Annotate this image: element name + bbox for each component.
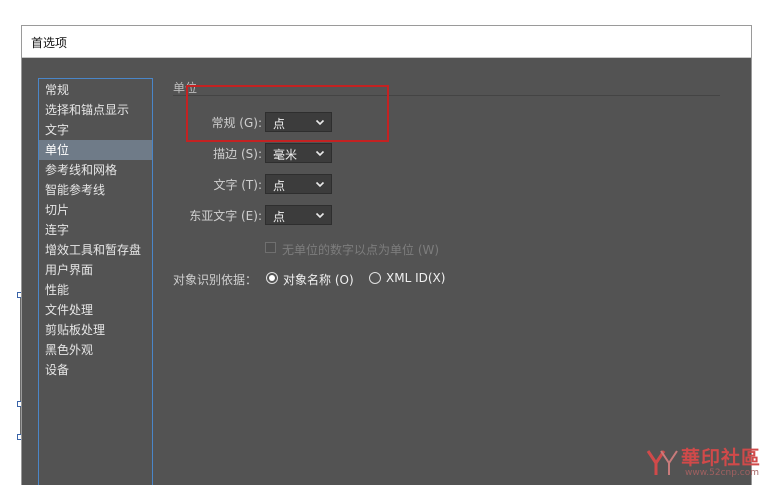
type-unit-select[interactable]: 点	[265, 174, 332, 194]
preferences-nav: 常规 选择和锚点显示 文字 单位 参考线和网格 智能参考线 切片 连字 增效工具…	[38, 78, 153, 485]
nav-item-units[interactable]: 单位	[39, 140, 152, 160]
stroke-unit-value: 毫米	[273, 148, 298, 162]
asian-type-unit-label: 东亚文字 (E):	[189, 209, 262, 223]
nav-item-clipboard-handling[interactable]: 剪贴板处理	[39, 320, 152, 340]
object-name-radio-label[interactable]: 对象名称 (O)	[283, 271, 354, 288]
stroke-unit-label: 描边 (S):	[213, 147, 262, 161]
nav-item-type[interactable]: 文字	[39, 120, 152, 140]
nav-item-plugins-scratch-disks[interactable]: 增效工具和暂存盘	[39, 240, 152, 260]
object-name-radio[interactable]	[266, 272, 278, 284]
watermark-title: 華印社區	[681, 447, 762, 469]
nav-item-devices[interactable]: 设备	[39, 360, 152, 380]
watermark-url: www.52cnp.com	[685, 468, 760, 478]
titlebar: 首选项	[22, 26, 751, 58]
stroke-unit-row: 描边 (S):	[162, 143, 262, 163]
window-title: 首选项	[31, 36, 68, 50]
nav-item-hyphenation[interactable]: 连字	[39, 220, 152, 240]
annotation-highlight-box	[186, 85, 389, 142]
nav-item-general[interactable]: 常规	[39, 80, 152, 100]
chevron-down-icon	[315, 150, 325, 157]
identify-objects-label: 对象识别依据：	[173, 273, 258, 287]
nav-item-appearance-of-black[interactable]: 黑色外观	[39, 340, 152, 360]
stroke-unit-select[interactable]: 毫米	[265, 143, 332, 163]
xml-id-radio[interactable]	[369, 272, 381, 284]
nav-list: 常规 选择和锚点显示 文字 单位 参考线和网格 智能参考线 切片 连字 增效工具…	[39, 79, 152, 380]
numbers-without-units-label: 无单位的数字以点为单位 (W)	[282, 243, 440, 257]
numbers-without-units-checkbox[interactable]	[265, 242, 276, 253]
xml-id-radio-label[interactable]: XML ID(X)	[386, 271, 445, 285]
type-unit-row: 文字 (T):	[162, 174, 262, 194]
asian-type-unit-value: 点	[273, 210, 286, 224]
watermark-logo-icon	[646, 450, 678, 475]
nav-item-slices[interactable]: 切片	[39, 200, 152, 220]
nav-item-selection-anchor-display[interactable]: 选择和锚点显示	[39, 100, 152, 120]
nav-item-guides-grid[interactable]: 参考线和网格	[39, 160, 152, 180]
nav-item-user-interface[interactable]: 用户界面	[39, 260, 152, 280]
asian-type-unit-select[interactable]: 点	[265, 205, 332, 225]
chevron-down-icon	[315, 212, 325, 219]
asian-type-unit-row: 东亚文字 (E):	[162, 205, 262, 225]
nav-item-performance[interactable]: 性能	[39, 280, 152, 300]
screen: 首选项 常规 选择和锚点显示 文字 单位 参考线和网格 智能参考线 切片 连字 …	[0, 0, 779, 485]
chevron-down-icon	[315, 181, 325, 188]
type-unit-label: 文字 (T):	[213, 178, 262, 192]
nav-item-smart-guides[interactable]: 智能参考线	[39, 180, 152, 200]
type-unit-value: 点	[273, 179, 286, 193]
nav-item-file-handling[interactable]: 文件处理	[39, 300, 152, 320]
watermark: 華印社區 www.52cnp.com	[645, 443, 775, 481]
